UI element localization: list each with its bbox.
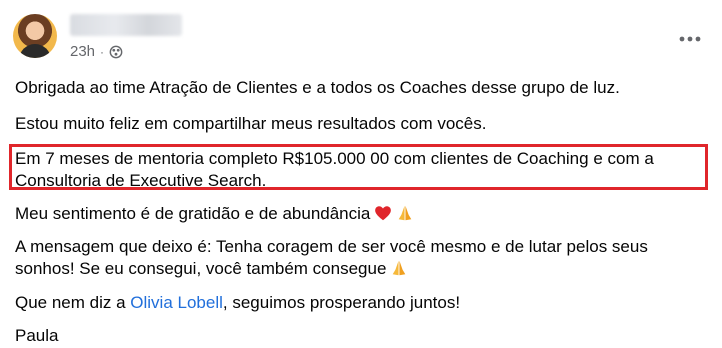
post-paragraph-5: A mensagem que deixo é: Tenha coragem de…: [15, 236, 648, 280]
post-paragraph-6: Que nem diz a Olivia Lobell, seguimos pr…: [15, 292, 460, 314]
paragraph-3-line-1: Em 7 meses de mentoria completo R$105.00…: [15, 149, 654, 168]
paragraph-5-line-1: A mensagem que deixo é: Tenha coragem de…: [15, 237, 648, 256]
more-dots-icon: [679, 36, 701, 42]
paragraph-3-line-2: Consultoria de Executive Search.: [15, 171, 267, 190]
author-avatar[interactable]: [13, 14, 57, 58]
paragraph-6-after: , seguimos prosperando juntos!: [222, 293, 461, 312]
mention-link-olivia-lobell[interactable]: Olivia Lobell: [130, 293, 223, 312]
meta-separator: ·: [100, 45, 105, 59]
folded-hands-emoji-icon: [393, 260, 406, 276]
public-globe-icon[interactable]: [109, 45, 123, 59]
post-paragraph-2: Estou muito feliz em compartilhar meus r…: [15, 114, 487, 133]
paragraph-4-text: Meu sentimento é de gratidão e de abundâ…: [15, 204, 371, 223]
paragraph-5-line-2: sonhos! Se eu consegui, você também cons…: [15, 259, 387, 278]
paragraph-6-before: Que nem diz a: [15, 293, 131, 312]
avatar-shirt: [19, 44, 51, 58]
post-paragraph-1: Obrigada ao time Atração de Clientes e a…: [15, 78, 620, 97]
post-meta: 23h ·: [70, 43, 123, 61]
red-heart-emoji-icon: [375, 206, 392, 221]
paragraph-5-line-2-wrap: sonhos! Se eu consegui, você também cons…: [15, 258, 648, 280]
post-timestamp[interactable]: 23h: [70, 43, 95, 61]
author-name-blurred[interactable]: [70, 14, 182, 36]
post-paragraph-4: Meu sentimento é de gratidão e de abundâ…: [15, 203, 414, 225]
post-options-button[interactable]: [672, 24, 708, 54]
facebook-post: 23h · Obrigada ao time Atração de Client…: [0, 0, 722, 348]
folded-hands-emoji-icon: [399, 205, 412, 221]
post-signature: Paula: [15, 326, 59, 345]
post-paragraph-3: Em 7 meses de mentoria completo R$105.00…: [15, 148, 654, 192]
